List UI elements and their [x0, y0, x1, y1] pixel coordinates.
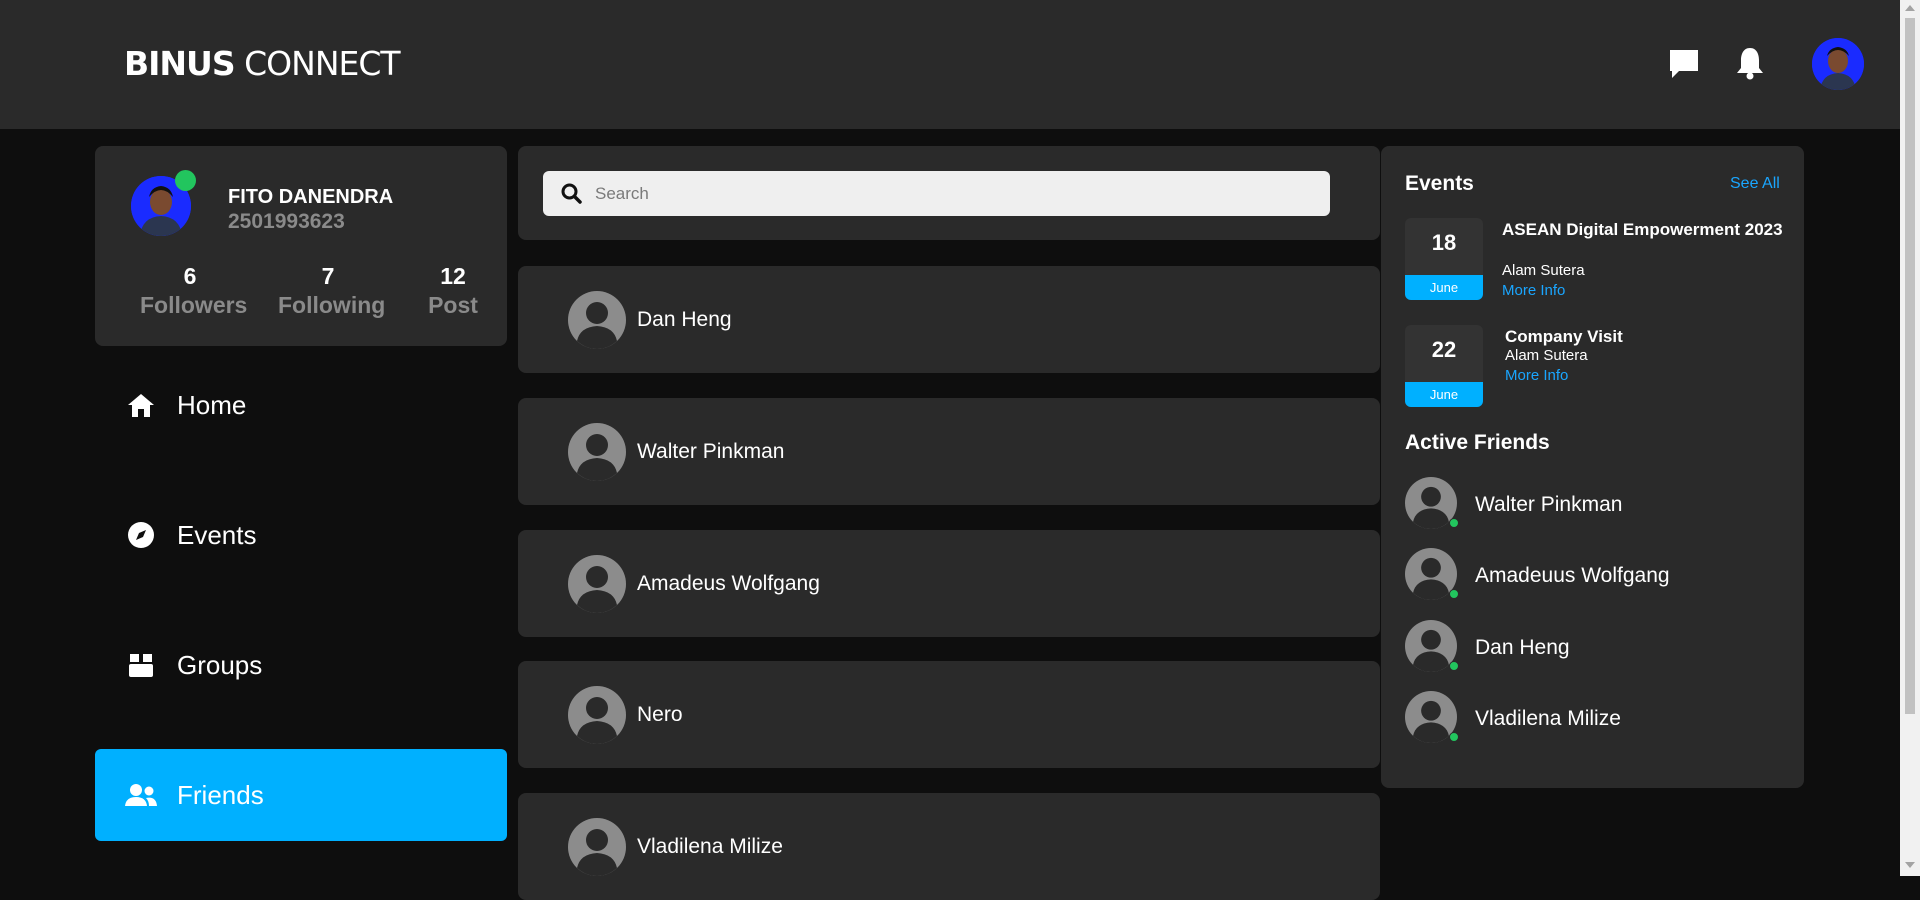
more-info-link[interactable]: More Info — [1505, 367, 1568, 384]
brand-light: CONNECT — [234, 44, 400, 83]
home-icon — [125, 389, 157, 421]
active-friend-name: Amadeuus Wolfgang — [1475, 564, 1670, 587]
friend-name: Nero — [637, 703, 683, 726]
friend-card[interactable]: Walter Pinkman — [518, 398, 1380, 505]
search-card — [518, 146, 1380, 240]
friend-card[interactable]: Amadeus Wolfgang — [518, 530, 1380, 637]
profile-id: 2501993623 — [228, 210, 345, 233]
search-box[interactable] — [543, 171, 1330, 216]
stat-number: 12 — [440, 263, 466, 289]
nav-label: Events — [177, 519, 257, 550]
online-dot — [1449, 589, 1459, 599]
event-location: Alam Sutera — [1502, 262, 1585, 279]
bell-icon[interactable] — [1735, 46, 1765, 85]
more-info-link[interactable]: More Info — [1502, 282, 1565, 299]
active-friend-item[interactable]: Walter Pinkman — [1405, 477, 1775, 533]
stat-label: Post — [428, 292, 478, 318]
scrollbar[interactable] — [1900, 0, 1920, 876]
scroll-up-icon[interactable] — [1905, 5, 1915, 11]
nav-label: Friends — [177, 779, 264, 810]
see-all-link[interactable]: See All — [1730, 175, 1780, 193]
nav-friends[interactable]: Friends — [95, 749, 507, 841]
friend-name: Dan Heng — [637, 308, 732, 331]
event-title: ASEAN Digital Empowerment 2023 — [1502, 220, 1783, 239]
online-dot — [1449, 732, 1459, 742]
online-dot — [1449, 661, 1459, 671]
stat-post[interactable]: 12 Post — [423, 263, 483, 319]
friend-name: Walter Pinkman — [637, 440, 785, 463]
friend-card[interactable]: Vladilena Milize — [518, 793, 1380, 900]
sidebar-right: Events See All 18 June ASEAN Digital Emp… — [1381, 146, 1804, 788]
event-date-tile: 18 June — [1405, 218, 1483, 300]
default-avatar-icon — [568, 818, 626, 881]
nav-events[interactable]: Events — [95, 489, 507, 581]
event-month: June — [1405, 275, 1483, 300]
scroll-down-icon[interactable] — [1905, 862, 1915, 868]
active-friend-name: Vladilena Milize — [1475, 707, 1621, 730]
nav-home[interactable]: Home — [95, 359, 507, 451]
friend-name: Vladilena Milize — [637, 835, 783, 858]
active-friends-heading: Active Friends — [1405, 431, 1550, 454]
stat-following[interactable]: 7 Following — [278, 263, 386, 319]
brand-bold: BINUS — [124, 44, 236, 83]
event-date-tile: 22 June — [1405, 325, 1483, 407]
event-day: 18 — [1431, 230, 1457, 255]
search-input[interactable] — [595, 171, 1315, 216]
stat-number: 6 — [183, 263, 197, 289]
default-avatar-icon — [568, 555, 626, 618]
active-friend-item[interactable]: Dan Heng — [1405, 620, 1775, 676]
search-icon — [561, 183, 582, 209]
box-icon — [125, 649, 157, 681]
stat-label: Followers — [140, 292, 248, 318]
active-friend-name: Dan Heng — [1475, 636, 1570, 659]
brand-logo[interactable]: BINUS CONNECT — [124, 44, 401, 83]
stat-number: 7 — [321, 263, 335, 289]
stat-label: Following — [278, 292, 386, 318]
scroll-thumb[interactable] — [1905, 18, 1915, 714]
header-avatar[interactable] — [1812, 38, 1864, 90]
active-friend-item[interactable]: Amadeuus Wolfgang — [1405, 548, 1775, 604]
friend-card[interactable]: Nero — [518, 661, 1380, 768]
chat-icon[interactable] — [1667, 47, 1701, 86]
nav-groups[interactable]: Groups — [95, 619, 507, 711]
events-heading: Events — [1405, 172, 1474, 195]
nav-label: Home — [177, 389, 247, 420]
event-day: 22 — [1431, 337, 1457, 362]
friend-card[interactable]: Dan Heng — [518, 266, 1380, 373]
stat-followers[interactable]: 6 Followers — [140, 263, 248, 319]
event-location: Alam Sutera — [1505, 347, 1588, 364]
event-month: June — [1405, 382, 1483, 407]
compass-icon — [125, 519, 157, 551]
active-friend-name: Walter Pinkman — [1475, 493, 1623, 516]
default-avatar-icon — [568, 291, 626, 354]
friend-name: Amadeus Wolfgang — [637, 572, 820, 595]
profile-name: FITO DANENDRA — [228, 186, 394, 208]
profile-card: FITO DANENDRA 2501993623 6 Followers 7 F… — [95, 146, 507, 346]
top-bar: BINUS CONNECT — [0, 0, 1900, 129]
active-friend-item[interactable]: Vladilena Milize — [1405, 691, 1775, 747]
default-avatar-icon — [568, 686, 626, 749]
online-dot — [1449, 518, 1459, 528]
online-status-dot — [175, 170, 196, 191]
event-title: Company Visit — [1505, 327, 1623, 346]
users-icon — [125, 779, 157, 811]
nav-label: Groups — [177, 649, 263, 680]
default-avatar-icon — [568, 423, 626, 486]
